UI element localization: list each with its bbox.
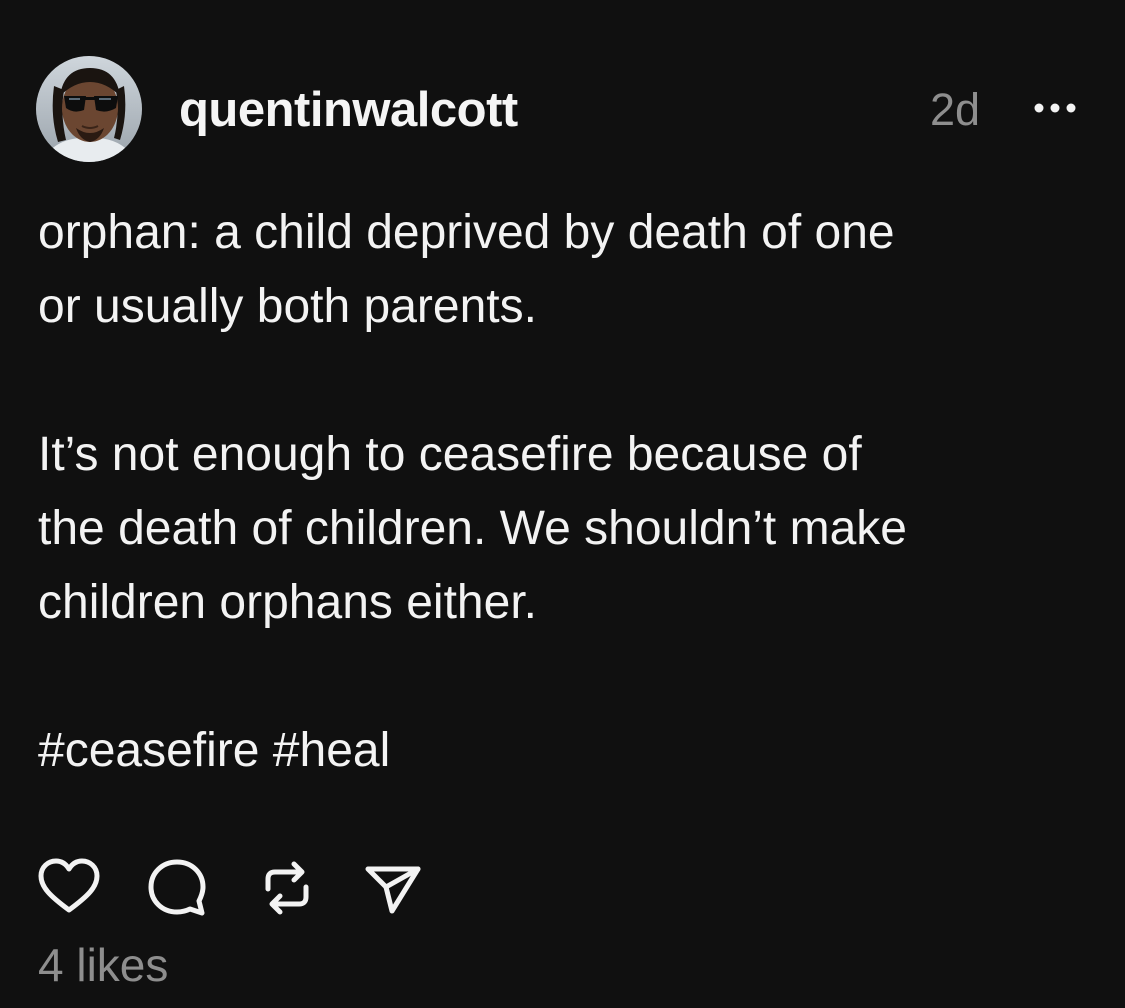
body-line: or usually both parents. <box>38 280 537 333</box>
hashtags[interactable]: #ceasefire #heal <box>38 714 1098 788</box>
avatar-image <box>36 56 142 162</box>
post-timestamp: 2d <box>930 84 981 135</box>
avatar[interactable] <box>36 56 142 162</box>
more-options-icon[interactable] <box>1030 96 1080 120</box>
likes-count[interactable]: 4 likes <box>38 935 168 995</box>
repost-icon[interactable] <box>254 855 320 921</box>
body-line: It’s not enough to ceasefire because of <box>38 428 862 481</box>
comment-bubble-icon[interactable] <box>144 855 210 921</box>
heart-icon[interactable] <box>36 855 102 921</box>
author-username[interactable]: quentinwalcott <box>179 80 518 140</box>
post-body: orphan: a child deprived by death of one… <box>38 196 1098 788</box>
send-icon[interactable] <box>360 855 426 921</box>
post-card: quentinwalcott 2d orphan: a child depriv… <box>0 0 1125 1008</box>
body-line: orphan: a child deprived by death of one <box>38 206 895 259</box>
body-line: children orphans either. <box>38 576 537 629</box>
body-line: the death of children. We shouldn’t make <box>38 502 907 555</box>
